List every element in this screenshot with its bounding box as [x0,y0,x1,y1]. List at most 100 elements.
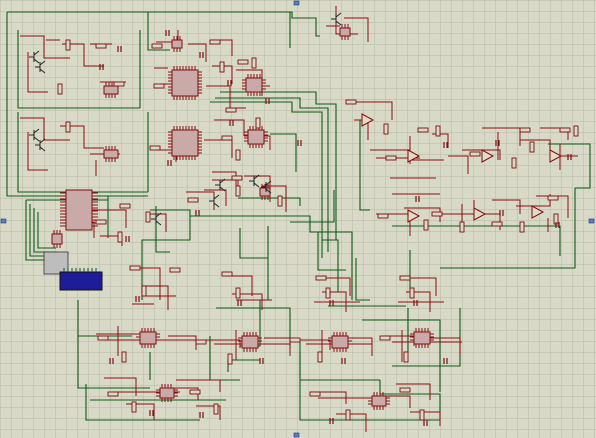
capacitor-icon[interactable] [413,300,418,306]
resistor-icon[interactable] [519,127,531,133]
resistor-icon[interactable] [289,337,301,343]
resistor-icon[interactable] [121,351,127,363]
resistor-icon[interactable] [213,403,219,415]
capacitor-icon[interactable] [443,142,448,148]
capacitor-icon[interactable] [227,80,232,86]
selection-handle-icon[interactable] [0,218,7,224]
resistor-icon[interactable] [315,275,327,281]
resistor-icon[interactable] [57,83,63,95]
ic-chip-icon[interactable] [51,230,63,248]
capacitor-icon[interactable] [195,210,200,216]
capacitor-icon[interactable] [259,358,264,364]
capacitor-icon[interactable] [443,358,448,364]
capacitor-icon[interactable] [165,30,170,36]
ic-chip-icon[interactable] [328,332,352,352]
ic-chip-icon[interactable] [60,189,98,231]
transistor-icon[interactable] [215,178,226,192]
resistor-icon[interactable] [231,175,243,181]
resistor-icon[interactable] [469,151,481,157]
opamp-icon[interactable] [407,209,421,223]
capacitor-icon[interactable] [499,210,504,216]
resistor-icon[interactable] [151,43,163,49]
resistor-icon[interactable] [419,409,425,421]
resistor-icon[interactable] [435,125,441,137]
opamp-icon[interactable] [549,149,563,163]
resistor-icon[interactable] [131,401,137,413]
resistor-icon[interactable] [189,389,201,395]
capacitor-icon[interactable] [167,160,172,166]
resistor-icon[interactable] [255,117,261,129]
selection-handle-icon[interactable] [588,218,595,224]
resistor-icon[interactable] [97,335,109,341]
resistor-icon[interactable] [221,271,233,277]
capacitor-icon[interactable] [297,140,302,146]
ic-chip-icon[interactable] [339,24,351,40]
capacitor-icon[interactable] [423,420,428,426]
ic-chip-icon[interactable] [168,126,202,160]
resistor-icon[interactable] [459,221,465,233]
ic-chip-icon[interactable] [136,328,160,348]
capacitor-icon[interactable] [199,412,204,418]
resistor-icon[interactable] [399,387,411,393]
resistor-icon[interactable] [235,287,241,299]
capacitor-icon[interactable] [329,418,334,424]
transistor-icon[interactable] [331,12,342,26]
resistor-icon[interactable] [129,265,141,271]
resistor-icon[interactable] [423,219,429,231]
resistor-icon[interactable] [277,195,283,207]
resistor-icon[interactable] [141,285,147,297]
resistor-icon[interactable] [379,335,391,341]
resistor-icon[interactable] [529,141,535,153]
resistor-icon[interactable] [107,391,119,397]
resistor-icon[interactable] [573,125,579,137]
resistor-icon[interactable] [145,211,151,223]
resistor-icon[interactable] [117,231,123,243]
ic-chip-icon[interactable] [259,184,271,200]
ic-chip-icon[interactable] [168,66,202,100]
lcd-icon[interactable] [43,251,103,291]
resistor-icon[interactable] [559,127,571,133]
opamp-icon[interactable] [473,207,487,221]
capacitor-icon[interactable] [237,300,242,306]
resistor-icon[interactable] [219,61,225,73]
resistor-icon[interactable] [221,135,233,141]
transistor-icon[interactable] [209,194,220,208]
resistor-icon[interactable] [325,287,331,299]
capacitor-icon[interactable] [265,98,270,104]
resistor-icon[interactable] [209,39,221,45]
resistor-icon[interactable] [409,287,415,299]
resistor-icon[interactable] [251,57,257,69]
ic-chip-icon[interactable] [103,146,119,162]
resistor-icon[interactable] [187,197,199,203]
resistor-icon[interactable] [345,409,351,421]
resistor-icon[interactable] [237,59,249,65]
resistor-icon[interactable] [113,81,125,87]
resistor-icon[interactable] [149,145,161,151]
resistor-icon[interactable] [399,275,411,281]
resistor-icon[interactable] [95,219,107,225]
schematic-canvas[interactable] [0,0,596,438]
resistor-icon[interactable] [417,127,429,133]
resistor-icon[interactable] [153,83,165,89]
transistor-icon[interactable] [29,50,40,64]
schematic-drawing[interactable] [0,0,596,438]
resistor-icon[interactable] [317,351,323,363]
resistor-icon[interactable] [511,157,517,169]
capacitor-icon[interactable] [109,358,114,364]
capacitor-icon[interactable] [135,296,140,302]
capacitor-icon[interactable] [99,64,104,70]
resistor-icon[interactable] [345,99,357,105]
resistor-icon[interactable] [119,203,131,209]
resistor-icon[interactable] [385,155,397,161]
resistor-icon[interactable] [431,211,443,217]
capacitor-icon[interactable] [199,52,204,58]
ic-chip-icon[interactable] [238,332,262,352]
capacitor-icon[interactable] [149,410,154,416]
resistor-icon[interactable] [519,221,525,233]
opamp-icon[interactable] [531,205,545,219]
ic-chip-icon[interactable] [156,384,178,402]
resistor-icon[interactable] [235,149,241,161]
capacitor-icon[interactable] [567,154,572,160]
capacitor-icon[interactable] [415,196,420,202]
resistor-icon[interactable] [195,339,207,345]
